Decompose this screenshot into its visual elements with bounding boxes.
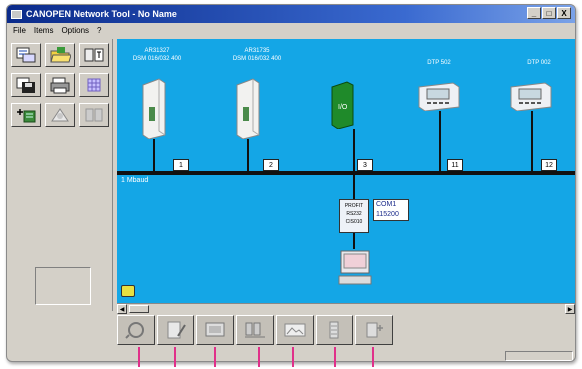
canopen-bus bbox=[117, 171, 575, 175]
device-label: DTP 502 bbox=[427, 60, 451, 66]
gateway-line: PROFIT bbox=[344, 203, 364, 209]
gateway-module[interactable]: PROFIT RS232 CIS010 bbox=[339, 199, 369, 233]
network-config-button[interactable] bbox=[236, 315, 274, 345]
com-port-box[interactable]: COM1 115200 bbox=[373, 199, 409, 221]
node-id[interactable]: 1 bbox=[173, 159, 189, 171]
device-number-button[interactable] bbox=[79, 43, 109, 67]
bottom-toolbar bbox=[117, 315, 394, 345]
com-port-name: COM1 bbox=[376, 201, 397, 208]
device-drop-line bbox=[247, 139, 249, 171]
menu-file[interactable]: File bbox=[13, 26, 26, 35]
gateway-line: CIS010 bbox=[345, 219, 363, 225]
device-list-icon bbox=[85, 108, 103, 122]
scroll-left-arrow[interactable]: ◀ bbox=[117, 304, 127, 314]
menu-bar: File Items Options ? bbox=[7, 23, 575, 37]
hmi-terminal-icon[interactable] bbox=[509, 81, 553, 111]
save-disk-button[interactable] bbox=[11, 73, 41, 97]
status-field bbox=[505, 351, 573, 361]
open-folder-icon bbox=[50, 47, 71, 63]
node-id[interactable]: 2 bbox=[263, 159, 279, 171]
grid-icon bbox=[87, 78, 101, 92]
menu-options[interactable]: Options bbox=[61, 26, 89, 35]
gateway-line: RS232 bbox=[346, 211, 362, 217]
drive-device-icon[interactable] bbox=[233, 77, 261, 139]
device-transfer-button[interactable] bbox=[355, 315, 394, 345]
left-toolbar bbox=[7, 39, 113, 311]
scan-network-button[interactable] bbox=[45, 103, 75, 127]
scroll-thumb[interactable] bbox=[129, 305, 149, 313]
window-title: CANOPEN Network Tool - No Name bbox=[26, 9, 177, 19]
device-drop-line bbox=[439, 111, 441, 171]
window-controls: _ □ X bbox=[527, 7, 571, 19]
network-config-icon bbox=[245, 322, 266, 338]
network-tree-icon bbox=[16, 47, 36, 63]
info-box bbox=[35, 267, 91, 305]
horizontal-scrollbar[interactable]: ◀ ▶ bbox=[117, 303, 575, 314]
device-drop-line bbox=[531, 111, 533, 171]
pc-drop-line bbox=[353, 233, 355, 249]
zoom-icon[interactable] bbox=[121, 285, 135, 297]
monitor-screen-button[interactable] bbox=[196, 315, 235, 345]
node-id[interactable]: 12 bbox=[541, 159, 557, 171]
device-transfer-icon bbox=[366, 322, 384, 338]
device-label: DTP 002 bbox=[527, 60, 551, 66]
scan-network-icon bbox=[51, 108, 69, 122]
callout-line bbox=[292, 347, 294, 367]
print-button[interactable] bbox=[45, 73, 75, 97]
device-drop-line bbox=[353, 129, 355, 171]
callout-line bbox=[334, 347, 336, 367]
print-icon bbox=[50, 77, 70, 94]
image-icon bbox=[284, 323, 306, 337]
scroll-right-arrow[interactable]: ▶ bbox=[565, 304, 575, 314]
pc-computer-icon[interactable] bbox=[337, 249, 373, 287]
app-icon bbox=[11, 9, 22, 19]
device-drop-line bbox=[153, 139, 155, 171]
scan-icon bbox=[125, 322, 144, 339]
edit-document-button[interactable] bbox=[156, 315, 195, 345]
device-number-icon bbox=[84, 48, 104, 62]
battery-button[interactable] bbox=[315, 315, 354, 345]
save-disk-icon bbox=[16, 77, 35, 93]
close-button[interactable]: X bbox=[557, 7, 571, 19]
callout-line bbox=[174, 347, 176, 367]
io-module-icon[interactable]: I/O bbox=[329, 81, 355, 129]
maximize-button[interactable]: □ bbox=[542, 7, 556, 19]
network-tree-button[interactable] bbox=[11, 43, 41, 67]
com-port-baud: 115200 bbox=[376, 211, 399, 218]
monitor-screen-icon bbox=[205, 322, 225, 337]
device-list-button[interactable] bbox=[79, 103, 109, 127]
image-button[interactable] bbox=[275, 315, 314, 345]
add-node-button[interactable] bbox=[11, 103, 41, 127]
grid-button[interactable] bbox=[79, 73, 109, 97]
device-label: AR31735 DSM 016/032 400 bbox=[232, 48, 282, 62]
gateway-drop-line bbox=[353, 175, 355, 199]
network-canvas[interactable]: AR31327 DSM 016/032 400 1 AR31735 DSM 01… bbox=[117, 39, 575, 303]
hmi-terminal-icon[interactable] bbox=[417, 81, 461, 111]
title-bar: CANOPEN Network Tool - No Name _ □ X bbox=[7, 5, 575, 23]
drive-device-icon[interactable] bbox=[139, 77, 167, 139]
battery-icon bbox=[329, 321, 339, 339]
callout-line bbox=[372, 347, 374, 367]
menu-help[interactable]: ? bbox=[97, 26, 101, 35]
scan-button[interactable] bbox=[117, 315, 155, 345]
bus-speed: 1 Mbaud bbox=[121, 177, 149, 184]
callout-line bbox=[138, 347, 140, 367]
callout-line bbox=[214, 347, 216, 367]
add-node-icon bbox=[17, 109, 36, 123]
app-window: CANOPEN Network Tool - No Name _ □ X Fil… bbox=[6, 4, 576, 362]
io-module-text: I/O bbox=[338, 104, 348, 111]
open-folder-button[interactable] bbox=[45, 43, 75, 67]
minimize-button[interactable]: _ bbox=[527, 7, 541, 19]
menu-items[interactable]: Items bbox=[34, 26, 54, 35]
callout-line bbox=[258, 347, 260, 367]
node-id[interactable]: 11 bbox=[447, 159, 463, 171]
node-id[interactable]: 3 bbox=[357, 159, 373, 171]
edit-document-icon bbox=[167, 321, 186, 339]
device-label: AR31327 DSM 016/032 400 bbox=[132, 48, 182, 62]
